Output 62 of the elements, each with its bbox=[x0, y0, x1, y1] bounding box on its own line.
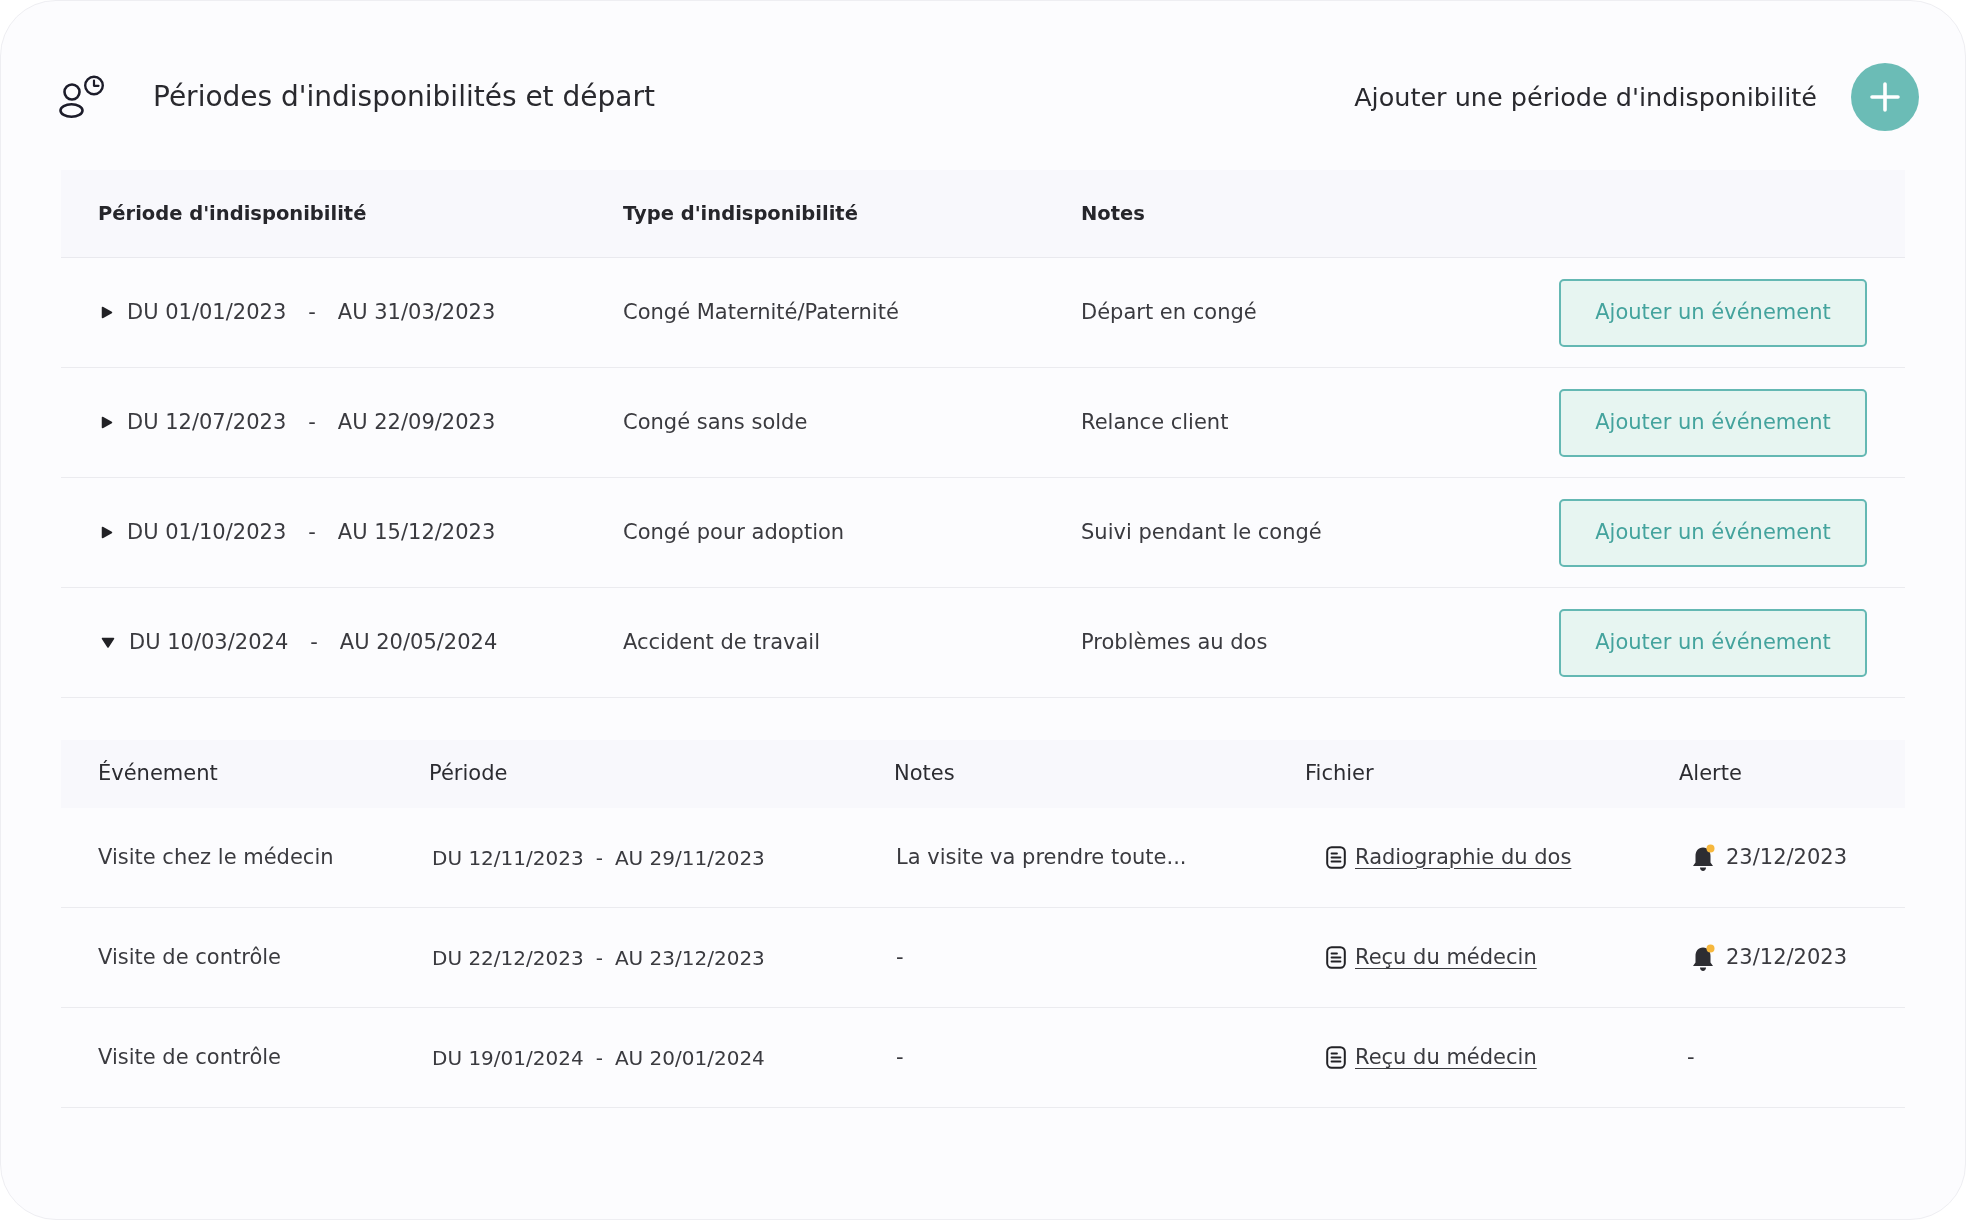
document-icon bbox=[1326, 1046, 1346, 1069]
period-end-date: AU 22/09/2023 bbox=[337, 408, 496, 436]
table-cell: Visite chez le médecin bbox=[98, 844, 334, 869]
person-clock-icon bbox=[59, 75, 105, 119]
column-header: Notes bbox=[894, 761, 955, 786]
date-separator: - bbox=[308, 408, 316, 436]
date-separator: - bbox=[595, 1044, 603, 1072]
date-separator: - bbox=[308, 518, 316, 546]
plus-icon bbox=[1851, 63, 1919, 131]
table-cell: Relance client bbox=[1081, 409, 1229, 434]
table-cell: Visite de contrôle bbox=[98, 1044, 281, 1069]
date-separator: - bbox=[595, 944, 603, 972]
period-start-date: DU 19/01/2024 bbox=[432, 1044, 584, 1072]
period-end-date: AU 31/03/2023 bbox=[337, 298, 496, 326]
period-end-date: AU 20/05/2024 bbox=[339, 628, 498, 656]
table-cell: Congé pour adoption bbox=[623, 519, 845, 544]
table-cell: Visite de contrôle bbox=[98, 944, 281, 969]
date-separator: - bbox=[308, 298, 316, 326]
date-separator: - bbox=[310, 628, 318, 656]
column-header: Période bbox=[429, 761, 508, 786]
period-end-date: AU 23/12/2023 bbox=[614, 944, 765, 972]
period-start-date: DU 12/07/2023 bbox=[127, 408, 287, 436]
column-header: Événement bbox=[98, 761, 218, 786]
period-start-date: DU 22/12/2023 bbox=[432, 944, 584, 972]
alert-date: 23/12/2023 bbox=[1726, 943, 1848, 971]
bell-icon bbox=[1691, 943, 1715, 972]
bell-icon bbox=[1691, 843, 1715, 872]
table-cell-text: - bbox=[1687, 1043, 1695, 1071]
table-cell: - bbox=[896, 944, 904, 969]
period-start-date: DU 10/03/2024 bbox=[129, 628, 289, 656]
table-cell: Accident de travail bbox=[623, 629, 821, 654]
period-end-date: AU 29/11/2023 bbox=[614, 844, 765, 872]
page-title: Périodes d'indisponibilités et départ bbox=[153, 79, 655, 115]
table-cell: Départ en congé bbox=[1081, 299, 1257, 324]
table-cell: Congé Maternité/Paternité bbox=[623, 299, 899, 324]
caret-right-icon[interactable] bbox=[101, 416, 113, 429]
table-cell: Suivi pendant le congé bbox=[1081, 519, 1322, 544]
column-header: Fichier bbox=[1305, 761, 1374, 786]
document-icon bbox=[1326, 846, 1346, 869]
caret-right-icon[interactable] bbox=[101, 306, 113, 319]
column-header: Alerte bbox=[1679, 761, 1742, 786]
table-cell: Congé sans solde bbox=[623, 409, 808, 434]
period-start-date: DU 01/10/2023 bbox=[127, 518, 287, 546]
document-icon bbox=[1326, 946, 1346, 969]
caret-right-icon[interactable] bbox=[101, 526, 113, 539]
date-separator: - bbox=[595, 844, 603, 872]
period-start-date: DU 01/01/2023 bbox=[127, 298, 287, 326]
period-end-date: AU 20/01/2024 bbox=[614, 1044, 765, 1072]
column-header: Type d'indisponibilité bbox=[623, 201, 858, 225]
table-cell: Problèmes au dos bbox=[1081, 629, 1268, 654]
period-end-date: AU 15/12/2023 bbox=[337, 518, 496, 546]
file-link[interactable]: Reçu du médecin bbox=[1355, 1041, 1537, 1074]
file-link[interactable]: Reçu du médecin bbox=[1355, 941, 1537, 974]
table-cell: - bbox=[896, 1044, 904, 1069]
column-header: Période d'indisponibilité bbox=[98, 201, 367, 225]
column-header: Notes bbox=[1081, 201, 1145, 225]
file-link[interactable]: Radiographie du dos bbox=[1355, 841, 1572, 874]
period-start-date: DU 12/11/2023 bbox=[432, 844, 584, 872]
table-cell: La visite va prendre toute... bbox=[896, 844, 1187, 869]
caret-down-icon[interactable] bbox=[101, 636, 115, 649]
alert-date: 23/12/2023 bbox=[1726, 843, 1848, 871]
add-period-button[interactable]: Ajouter une période d'indisponibilité bbox=[1354, 63, 1919, 131]
